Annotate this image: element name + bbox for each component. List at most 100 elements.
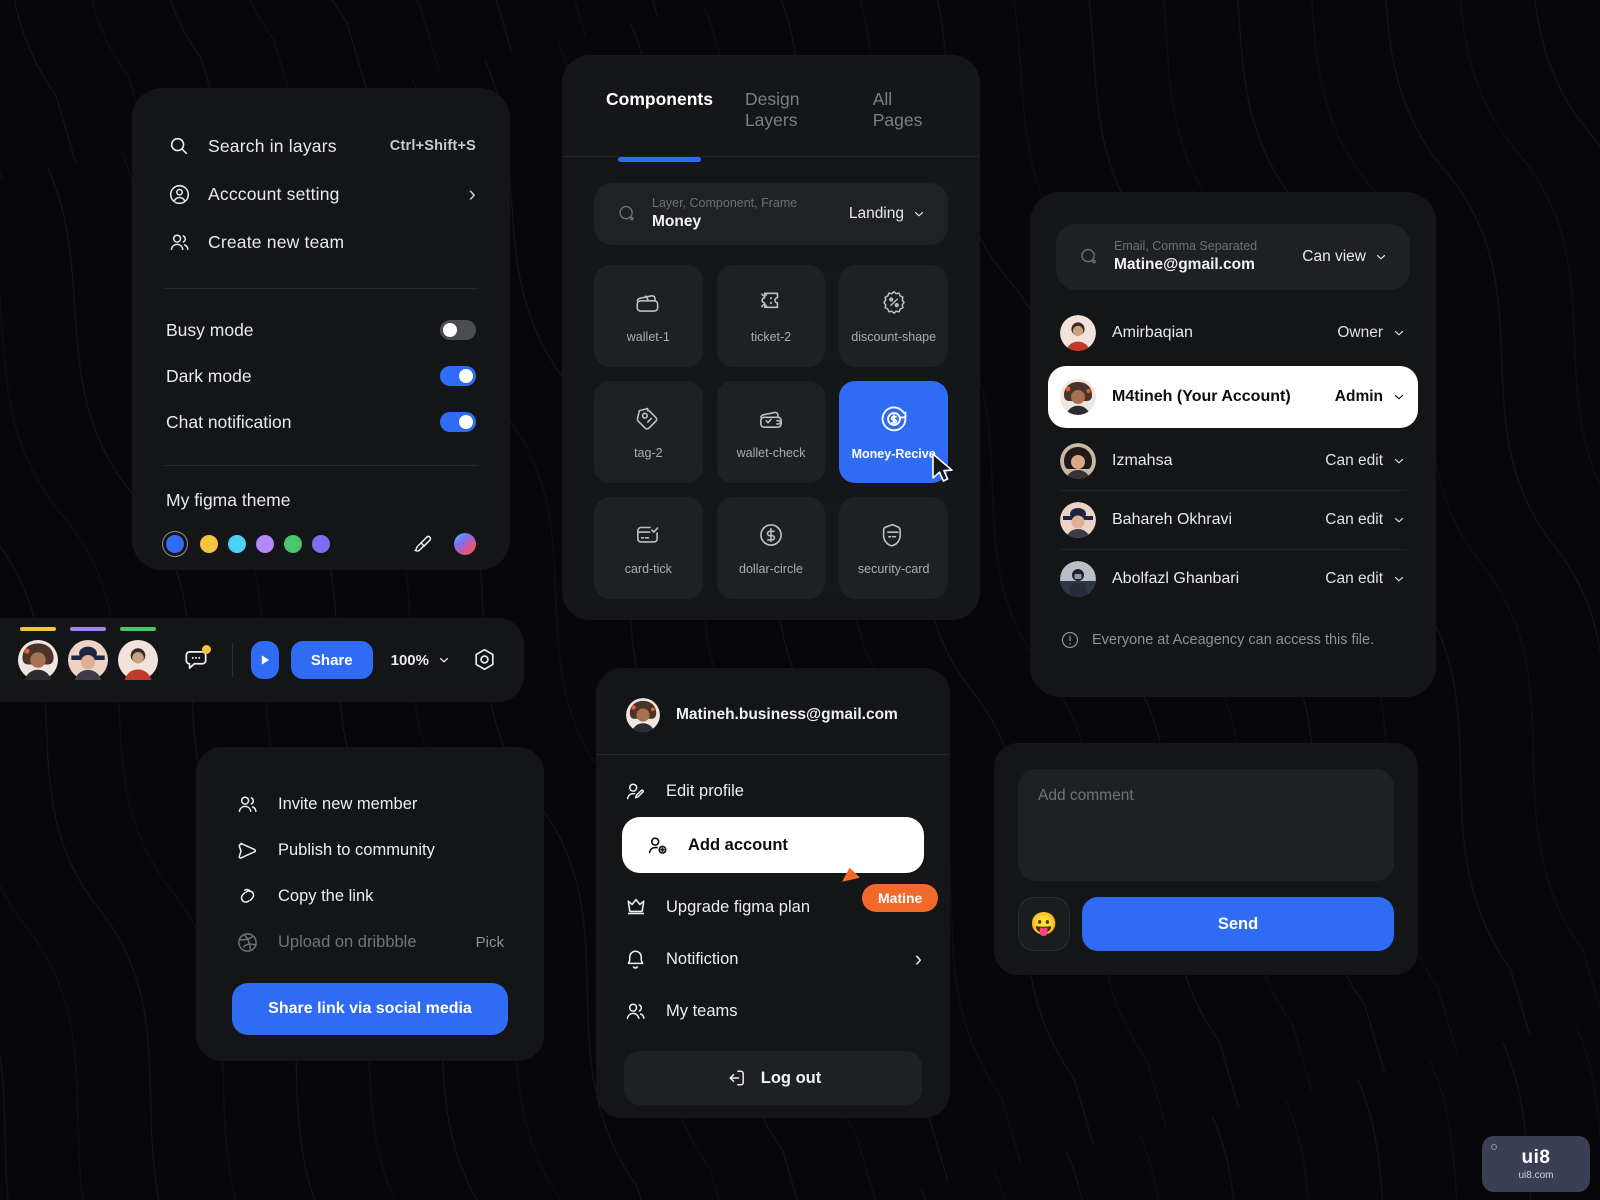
component-label: tag-2 [634,446,663,460]
collaborator-3[interactable] [118,627,158,680]
avatar [18,640,58,680]
component-tile-ticket-2[interactable]: ticket-2 [716,265,826,367]
notification-dot [202,645,211,654]
present-play-button[interactable] [250,641,279,679]
menu-item-label: Acccount setting [208,183,340,204]
send-button[interactable]: Send [1082,897,1394,951]
invite-email-field[interactable]: Email, Comma Separated Matine@gmail.com … [1056,224,1410,290]
component-tile-card-tick[interactable]: card-tick [594,497,703,599]
person-role-select[interactable]: Can edit [1325,511,1406,529]
chevron-down-icon [912,207,926,221]
crown-icon [624,895,650,919]
permission-row-izmahsa[interactable]: Izmahsa Can edit [1060,432,1406,490]
search-placeholder: Layer, Component, Frame [652,196,798,211]
theme-swatch-row [132,531,510,557]
page-select[interactable]: Landing [849,205,926,223]
permission-row-amirbaqian[interactable]: Amirbaqian Owner [1060,304,1406,362]
theme-swatch-indigo[interactable] [312,535,330,553]
watermark-sub: ui8.com [1518,1170,1554,1181]
busy-mode-switch[interactable] [440,320,476,340]
avatar [1060,443,1096,479]
chevron-down-icon [1392,513,1406,527]
theme-swatch-green[interactable] [284,535,302,553]
person-role-select[interactable]: Admin [1335,388,1406,406]
component-tile-security-card[interactable]: security-card [839,497,948,599]
menu-item-search-in-layers[interactable]: Search in layars Ctrl+Shift+S [132,122,510,170]
share-menu-panel: Invite new member Publish to community C… [196,747,544,1061]
share-item-trailing-label[interactable]: Pick [476,934,504,951]
component-label: dollar-circle [739,562,803,576]
theme-swatch-blue[interactable] [162,531,188,557]
watermark: ui8 ui8.com [1482,1136,1590,1192]
emoji-picker-button[interactable]: 😛 [1018,897,1070,951]
person-name: Izmahsa [1112,452,1173,469]
bell-icon [624,948,650,971]
toggle-dark-mode[interactable]: Dark mode [132,353,510,399]
watermark-dot [1491,1144,1497,1150]
menu-item-create-new-team[interactable]: Create new team [132,218,510,266]
bottom-toolbar: Share 100% [0,618,524,702]
collaborator-1[interactable] [18,627,58,680]
share-item-invite-new-member[interactable]: Invite new member [196,781,544,827]
component-tile-wallet-1[interactable]: wallet-1 [594,265,703,367]
component-tile-dollar-circle[interactable]: dollar-circle [716,497,826,599]
ticket-icon [756,288,786,318]
paintbrush-icon[interactable] [412,533,434,555]
chevron-right-icon: › [914,946,922,971]
share-item-copy-the-link[interactable]: Copy the link [196,873,544,919]
users-icon [166,229,192,255]
comment-input[interactable]: Add comment [1018,769,1394,881]
comment-panel: Add comment 😛 Send [994,743,1418,975]
color-gradient-icon[interactable] [454,533,476,555]
logout-button[interactable]: Log out [624,1051,922,1105]
theme-swatch-amber[interactable] [200,535,218,553]
send-icon [236,839,260,862]
component-tile-wallet-check[interactable]: wallet-check [716,381,826,483]
tab-components[interactable]: Components [606,89,713,162]
tab-design-layers[interactable]: Design Layers [745,89,841,149]
theme-swatch-cyan[interactable] [228,535,246,553]
toggle-chat-notification[interactable]: Chat notification [132,399,510,445]
hex-gear-icon[interactable] [471,647,498,674]
theme-swatch-violet[interactable] [256,535,274,553]
person-name: Abolfazl Ghanbari [1112,570,1240,587]
menu-item-account-setting[interactable]: Acccount setting › [132,170,510,218]
account-item-notification[interactable]: Notifiction › [596,933,950,985]
collaborator-2[interactable] [68,627,108,680]
component-label: discount-shape [851,330,937,344]
permission-row-abolfazl-ghanbari[interactable]: Abolfazl Ghanbari Can edit [1060,550,1406,608]
settings-panel: Search in layars Ctrl+Shift+S Acccount s… [132,88,510,570]
share-item-upload-on-dribbble[interactable]: Upload on dribbble Pick [196,919,544,965]
dark-mode-switch[interactable] [440,366,476,386]
comment-bubble-icon[interactable] [182,645,211,674]
permission-row-m4tineh[interactable]: M4tineh (Your Account) Admin [1048,366,1418,428]
chevron-down-icon [1392,454,1406,468]
discount-shape-icon [879,288,909,318]
toggle-busy-mode[interactable]: Busy mode [132,307,510,353]
zoom-control[interactable]: 100% [391,652,451,669]
share-item-label: Invite new member [278,794,418,813]
component-search-field[interactable]: Layer, Component, Frame Money Landing [594,183,948,245]
person-role-select[interactable]: Can edit [1325,570,1406,588]
person-role-value: Admin [1334,388,1383,405]
chat-notification-switch[interactable] [440,412,476,432]
dollar-circle-icon [756,520,786,550]
wallet-icon [633,288,663,318]
permission-row-bahareh-okhravi[interactable]: Bahareh Okhravi Can edit [1060,491,1406,549]
component-tile-discount-shape[interactable]: discount-shape [839,265,948,367]
share-link-via-social-media-button[interactable]: Share link via social media [232,983,508,1035]
account-item-add-account[interactable]: Add account [622,817,924,873]
tab-all-pages[interactable]: All Pages [873,89,936,149]
account-item-edit-profile[interactable]: Edit profile [596,765,950,817]
person-role-select[interactable]: Can edit [1325,452,1406,470]
share-button[interactable]: Share [290,641,373,679]
person-role-select[interactable]: Owner [1337,324,1406,342]
toggle-label: Chat notification [166,411,292,432]
person-role-value: Can edit [1325,511,1383,528]
share-item-publish-to-community[interactable]: Publish to community [196,827,544,873]
avatar [1060,502,1096,538]
component-tile-tag-2[interactable]: tag-2 [594,381,703,483]
invite-role-select[interactable]: Can view [1302,248,1388,266]
account-item-label: Edit profile [666,781,744,800]
account-item-my-teams[interactable]: My teams [596,985,950,1037]
